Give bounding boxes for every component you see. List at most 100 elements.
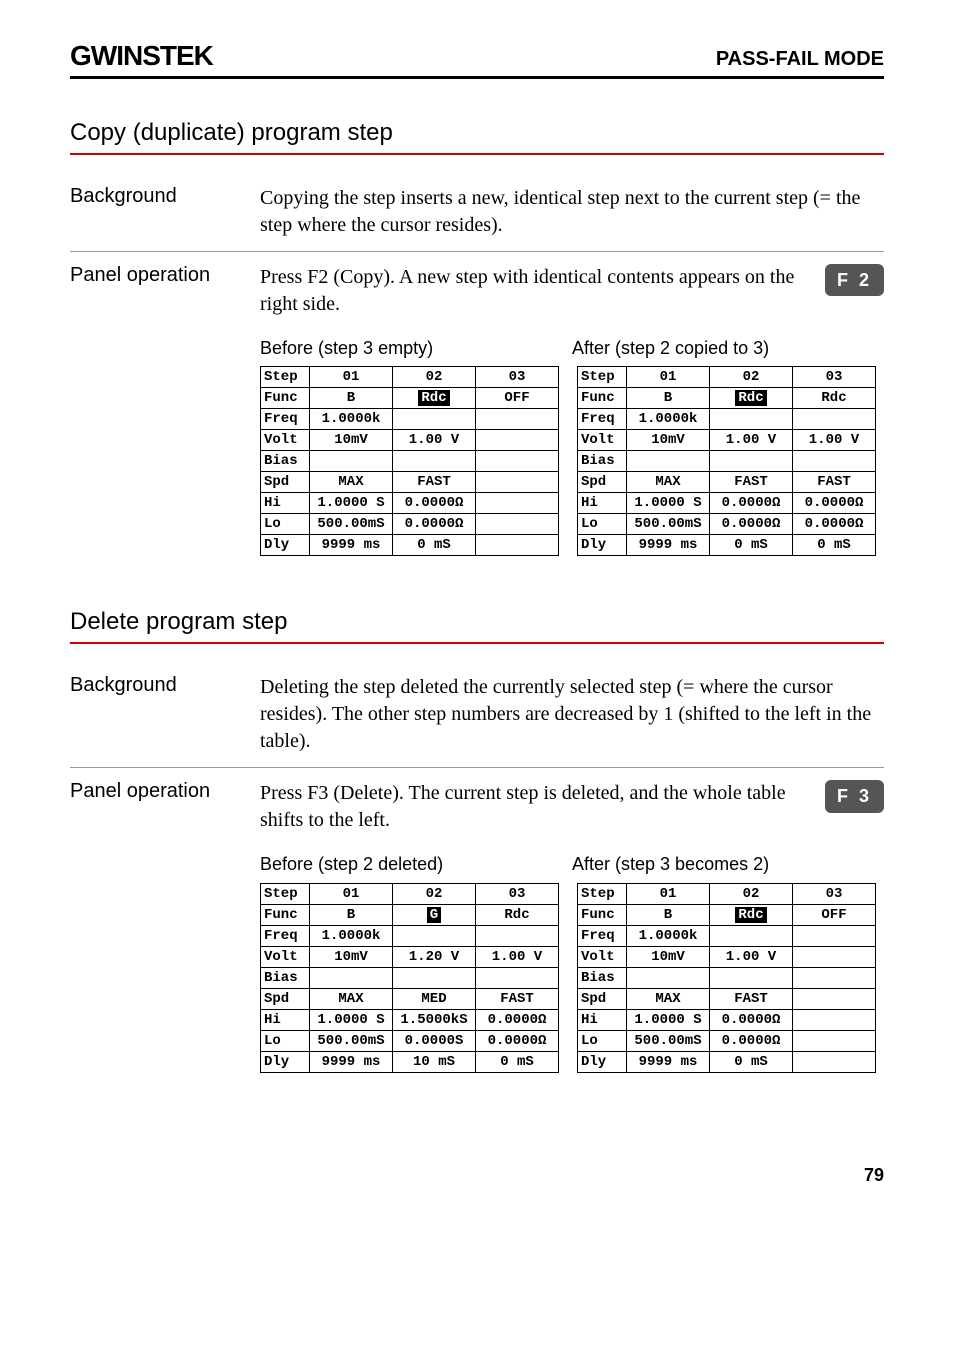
row-header: Freq	[578, 409, 627, 430]
cell: 1.0000k	[627, 925, 710, 946]
cell: 1.20 V	[393, 946, 476, 967]
cell	[476, 514, 559, 535]
cell	[393, 409, 476, 430]
caption-after-copy: After (step 2 copied to 3)	[572, 336, 884, 360]
cell: 500.00mS	[627, 514, 710, 535]
cell	[793, 925, 876, 946]
cell: 1.00 V	[476, 946, 559, 967]
col-header: 03	[793, 367, 876, 388]
text-background-delete: Deleting the step deleted the currently …	[260, 674, 884, 755]
col-header: 03	[793, 883, 876, 904]
caption-before-delete: Before (step 2 deleted)	[260, 852, 572, 876]
text-background: Copying the step inserts a new, identica…	[260, 185, 884, 239]
table-delete-before: Step010203FuncBGRdcFreq1.0000kVolt10mV1.…	[260, 883, 559, 1073]
cell: 10mV	[627, 430, 710, 451]
row-header: Hi	[578, 493, 627, 514]
row-header: Spd	[578, 988, 627, 1009]
cell: Rdc	[393, 388, 476, 409]
col-header: 01	[627, 367, 710, 388]
row-header: Func	[261, 904, 310, 925]
text-panel-op: Press F2 (Copy). A new step with identic…	[260, 266, 794, 315]
cell	[476, 493, 559, 514]
cell	[393, 925, 476, 946]
row-header: Dly	[261, 535, 310, 556]
row-header: Spd	[261, 472, 310, 493]
row-header: Bias	[578, 967, 627, 988]
cell	[476, 925, 559, 946]
cell	[310, 451, 393, 472]
page-number: 79	[70, 1165, 884, 1186]
cell: 0.0000Ω	[476, 1009, 559, 1030]
cell: 500.00mS	[310, 514, 393, 535]
row-header: Spd	[578, 472, 627, 493]
cell	[710, 925, 793, 946]
cell	[793, 451, 876, 472]
cell: FAST	[793, 472, 876, 493]
cell	[627, 451, 710, 472]
cell: 0.0000Ω	[393, 493, 476, 514]
cell: MAX	[627, 472, 710, 493]
row-header: Dly	[578, 535, 627, 556]
row-header: Hi	[261, 493, 310, 514]
cell: B	[627, 388, 710, 409]
cell: 0.0000Ω	[793, 493, 876, 514]
cell	[710, 451, 793, 472]
col-header: 03	[476, 883, 559, 904]
cell	[476, 967, 559, 988]
keycap-f3: F 3	[825, 780, 884, 812]
delete-panel-row: Panel operation F 3 Press F3 (Delete). T…	[70, 768, 884, 1084]
col-header: 03	[476, 367, 559, 388]
cell: FAST	[476, 988, 559, 1009]
copy-panel-row: Panel operation F 2 Press F2 (Copy). A n…	[70, 252, 884, 568]
row-header: Lo	[578, 1030, 627, 1051]
row-header: Dly	[261, 1051, 310, 1072]
table-copy-before: Step010203FuncBRdcOFFFreq1.0000kVolt10mV…	[260, 366, 559, 556]
cell: 1.5000kS	[393, 1009, 476, 1030]
cell	[793, 1051, 876, 1072]
cell	[793, 1030, 876, 1051]
mode-title: PASS-FAIL MODE	[716, 48, 884, 71]
cell: 0.0000Ω	[710, 493, 793, 514]
cell	[793, 1009, 876, 1030]
caption-after-delete: After (step 3 becomes 2)	[572, 852, 884, 876]
cell: 0.0000Ω	[710, 514, 793, 535]
cell: MAX	[627, 988, 710, 1009]
col-header: 02	[393, 367, 476, 388]
row-header: Bias	[578, 451, 627, 472]
cell: 1.00 V	[710, 946, 793, 967]
cell: OFF	[476, 388, 559, 409]
cell: 1.0000 S	[627, 493, 710, 514]
cell: 10 mS	[393, 1051, 476, 1072]
col-header: 01	[310, 883, 393, 904]
cell: 0 mS	[393, 535, 476, 556]
label-panel-op-delete: Panel operation	[70, 780, 240, 1072]
cell: Rdc	[710, 388, 793, 409]
cell	[793, 967, 876, 988]
row-header: Freq	[578, 925, 627, 946]
cell: 1.0000k	[627, 409, 710, 430]
row-header: Hi	[261, 1009, 310, 1030]
caption-before-copy: Before (step 3 empty)	[260, 336, 572, 360]
keycap-f2: F 2	[825, 264, 884, 296]
row-header: Lo	[261, 514, 310, 535]
row-header: Func	[261, 388, 310, 409]
row-header: Bias	[261, 451, 310, 472]
cell: 0.0000S	[393, 1030, 476, 1051]
row-header: Hi	[578, 1009, 627, 1030]
cell	[393, 967, 476, 988]
cell: Rdc	[476, 904, 559, 925]
cell: MAX	[310, 472, 393, 493]
copy-background-row: Background Copying the step inserts a ne…	[70, 173, 884, 252]
row-header: Func	[578, 388, 627, 409]
cell: 1.00 V	[393, 430, 476, 451]
cell: 9999 ms	[627, 535, 710, 556]
cell	[793, 409, 876, 430]
cell: Rdc	[710, 904, 793, 925]
cell: B	[310, 904, 393, 925]
text-panel-op-delete: Press F3 (Delete). The current step is d…	[260, 782, 786, 831]
row-header: Volt	[261, 430, 310, 451]
row-header: Bias	[261, 967, 310, 988]
row-header: Volt	[578, 946, 627, 967]
table-copy-after: Step010203FuncBRdcRdcFreq1.0000kVolt10mV…	[577, 366, 876, 556]
cell-header: Step	[578, 883, 627, 904]
